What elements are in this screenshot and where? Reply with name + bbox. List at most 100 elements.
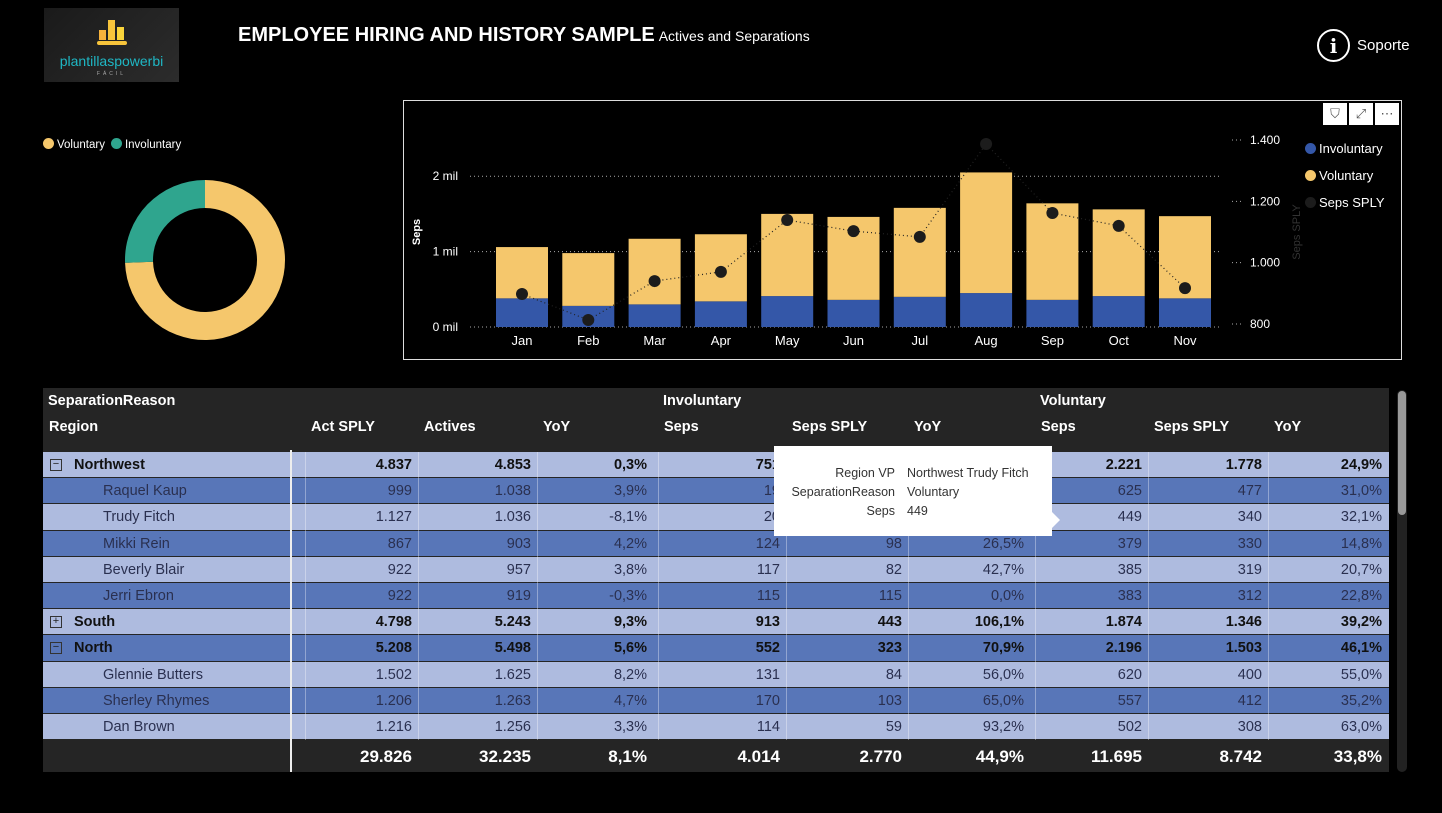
column-divider (1148, 556, 1149, 583)
y-tick-label: 0 mil (433, 320, 458, 334)
column-divider (1148, 609, 1149, 636)
bar-involuntary[interactable] (496, 298, 548, 327)
legend-item-seps-sply[interactable]: Seps SPLY (1305, 189, 1385, 216)
table-cell: 117 (756, 561, 780, 578)
column-header: Seps (1041, 419, 1076, 435)
total-cell: 32.235 (479, 747, 531, 766)
table-cell: 114 (756, 719, 780, 735)
row-label: Glennie Butters (103, 666, 203, 683)
column-divider (305, 452, 306, 479)
table-cell: 330 (1237, 535, 1262, 552)
bar-voluntary[interactable] (893, 207, 946, 297)
total-cell: 33,8% (1333, 747, 1382, 766)
collapse-icon[interactable]: − (50, 459, 62, 471)
table-cell: 443 (877, 614, 902, 631)
table-cell: 1.874 (1105, 614, 1142, 631)
column-divider (1148, 661, 1149, 688)
point-seps-sply[interactable] (582, 314, 595, 327)
row-label: Raquel Kaup (103, 483, 187, 500)
tooltip-key: SeparationReason (791, 485, 895, 499)
point-seps-sply[interactable] (1179, 282, 1191, 295)
y2-tick-label: 800 (1250, 317, 1270, 331)
table-cell: 1.502 (375, 666, 412, 683)
table-cell: 56,0% (982, 666, 1024, 683)
legend-item-voluntary[interactable]: Voluntary (1305, 162, 1385, 189)
total-cell: 2.770 (859, 747, 902, 766)
table-cell: -0,3% (609, 588, 647, 604)
x-tick-label: Jul (911, 333, 928, 348)
bar-voluntary[interactable] (761, 213, 814, 297)
legend-item-involuntary[interactable]: Involuntary (1305, 135, 1385, 162)
row-label: South (74, 614, 116, 631)
total-cell: 8,1% (608, 747, 647, 766)
column-divider (786, 556, 787, 583)
point-seps-sply[interactable] (980, 137, 993, 150)
column-divider (1035, 661, 1036, 688)
table-cell: 4,2% (613, 535, 647, 552)
table-cell: 999 (387, 483, 412, 500)
column-divider (1268, 452, 1269, 479)
bar-involuntary[interactable] (1026, 299, 1079, 327)
column-divider (418, 530, 419, 557)
column-divider (305, 661, 306, 688)
column-divider (537, 661, 538, 688)
column-divider (1268, 661, 1269, 688)
bar-involuntary[interactable] (1159, 298, 1211, 327)
table-cell: 751 (755, 457, 780, 473)
expand-icon[interactable]: + (50, 616, 62, 629)
table-cell: 20,7% (1340, 561, 1382, 578)
y2-tick-label: 1.400 (1250, 133, 1280, 147)
legend-dot (1305, 197, 1316, 208)
point-seps-sply[interactable] (1046, 206, 1059, 219)
row-label: Trudy Fitch (103, 509, 175, 526)
bar-involuntary[interactable] (761, 296, 814, 327)
collapse-icon[interactable]: − (50, 642, 62, 655)
column-divider (305, 583, 306, 610)
point-seps-sply[interactable] (1112, 219, 1125, 232)
column-header: YoY (914, 419, 942, 435)
bar-involuntary[interactable] (1092, 296, 1145, 327)
table-cell: 1.625 (494, 666, 531, 683)
bar-involuntary[interactable] (960, 293, 1013, 327)
point-seps-sply[interactable] (516, 287, 528, 300)
legend-label: Voluntary (1319, 168, 1374, 183)
point-seps-sply[interactable] (648, 275, 661, 288)
column-header: Seps SPLY (792, 419, 868, 435)
table-cell: 0,3% (613, 457, 647, 473)
column-divider (786, 714, 787, 741)
column-divider (1268, 530, 1269, 557)
x-tick-label: Mar (643, 333, 666, 348)
column-divider (786, 609, 787, 636)
column-divider (418, 504, 419, 531)
point-seps-sply[interactable] (714, 265, 727, 278)
column-divider (305, 687, 306, 714)
column-divider (418, 583, 419, 610)
table-cell: 9,3% (613, 614, 647, 631)
column-divider (537, 609, 538, 636)
bar-involuntary[interactable] (893, 296, 946, 327)
column-divider (418, 714, 419, 741)
column-divider (1148, 452, 1149, 479)
column-divider (908, 714, 909, 741)
bar-voluntary[interactable] (628, 238, 681, 305)
point-seps-sply[interactable] (781, 214, 794, 227)
column-resize-handle[interactable] (290, 450, 292, 772)
matrix-table[interactable]: SeparationReason Involuntary Voluntary Regi… (43, 388, 1389, 772)
scrollbar-thumb[interactable] (1398, 391, 1406, 515)
table-cell: 323 (877, 640, 902, 657)
column-divider (908, 635, 909, 662)
table-cell: 1.036 (494, 509, 531, 526)
table-cell: 922 (387, 561, 412, 578)
column-divider (1035, 609, 1036, 636)
bar-involuntary[interactable] (827, 299, 880, 327)
table-cell: 385 (1117, 561, 1142, 578)
point-seps-sply[interactable] (913, 230, 926, 243)
bar-involuntary[interactable] (628, 304, 681, 327)
bar-involuntary[interactable] (694, 301, 747, 327)
point-seps-sply[interactable] (847, 225, 860, 238)
column-divider (537, 583, 538, 610)
table-cell: 106,1% (974, 614, 1024, 631)
bar-voluntary[interactable] (960, 172, 1013, 294)
bar-voluntary[interactable] (562, 253, 615, 306)
x-tick-label: Feb (577, 333, 599, 348)
